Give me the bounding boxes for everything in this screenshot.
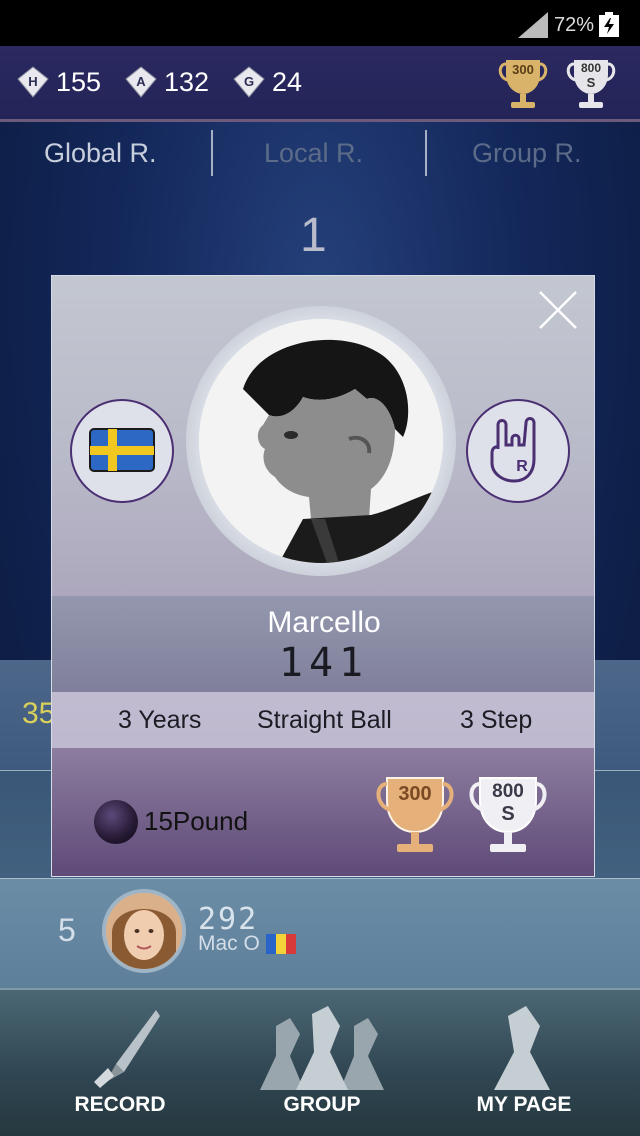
battery-percent: 72%: [553, 14, 594, 36]
gem-g-icon: G: [233, 66, 265, 98]
rock-badge-button[interactable]: R: [466, 399, 570, 503]
svg-text:800: 800: [492, 781, 524, 802]
ranking-tabs: Global R. Local R. Group R.: [0, 122, 640, 186]
row5-rank: 5: [58, 912, 76, 948]
avatar-photo: [106, 893, 182, 969]
signal-icon: [518, 12, 548, 38]
gem-a-icon: A: [125, 66, 157, 98]
nav-record-label: RECORD: [74, 1093, 166, 1116]
approach-step: 3 Step: [460, 706, 533, 734]
avatar[interactable]: [102, 889, 186, 973]
bottom-nav: RECORD GROUP MY PAGE: [0, 988, 640, 1136]
player-name: Marcello: [267, 606, 381, 639]
bowling-style: Straight Ball: [257, 706, 392, 734]
row5-player-name: Mac O: [198, 932, 260, 955]
stats-bar: H 155 A 132 G 24 300 800 S: [0, 46, 640, 122]
tab-divider: [211, 130, 213, 176]
top-rank-number: 1: [300, 209, 327, 262]
gem-h-icon: H: [17, 66, 49, 98]
svg-text:H: H: [28, 74, 37, 89]
svg-text:A: A: [136, 74, 146, 89]
svg-text:S: S: [501, 803, 514, 825]
player-score: 141: [278, 640, 370, 686]
svg-text:R: R: [516, 458, 528, 475]
svg-text:S: S: [587, 75, 596, 90]
stat-high-value: 155: [56, 66, 102, 97]
stat-games: G 24: [232, 62, 302, 102]
status-bar: 72%: [0, 0, 640, 46]
rock-hand-icon: R: [490, 417, 536, 483]
nav-record[interactable]: RECORD: [20, 990, 220, 1136]
stat-high: H 155: [16, 62, 101, 102]
pencil-icon: [94, 1010, 160, 1088]
trophy-800s-icon[interactable]: 800 S: [564, 54, 618, 112]
trophy-800s-icon: 800 S: [469, 777, 547, 852]
stat-average-value: 132: [164, 66, 210, 97]
tab-global-ranking[interactable]: Global R.: [44, 138, 157, 169]
tab-divider: [425, 130, 427, 176]
avatar: [199, 319, 443, 563]
svg-text:300: 300: [398, 783, 431, 805]
romania-flag-icon: [266, 934, 296, 954]
bowling-ball-icon: [94, 800, 138, 844]
svg-text:G: G: [244, 74, 254, 89]
nav-group[interactable]: GROUP: [222, 990, 422, 1136]
player-photo: [199, 319, 443, 563]
svg-text:300: 300: [512, 62, 534, 77]
tab-local-ranking[interactable]: Local R.: [264, 138, 363, 169]
nav-my-page[interactable]: MY PAGE: [424, 990, 624, 1136]
user-icon: [494, 1006, 550, 1090]
ball-weight: 15Pound: [144, 806, 249, 836]
tab-group-ranking[interactable]: Group R.: [472, 138, 582, 169]
country-button[interactable]: [70, 399, 174, 503]
close-icon[interactable]: [536, 288, 580, 332]
trophy-300-icon[interactable]: 300: [496, 54, 550, 112]
nav-my-page-label: MY PAGE: [476, 1093, 572, 1116]
group-icon: [260, 1006, 384, 1090]
player-profile-modal: R Marcello 141 3 Years Straight Ball 3 S…: [51, 275, 595, 877]
ranking-row-5[interactable]: [0, 878, 640, 988]
stat-games-value: 24: [272, 66, 303, 97]
sweden-flag-icon: [89, 428, 155, 472]
nav-group-label: GROUP: [283, 1093, 361, 1116]
experience-years: 3 Years: [118, 706, 202, 734]
trophy-300-icon: 300: [376, 777, 454, 852]
battery-charging-icon: [599, 12, 619, 37]
stat-average: A 132: [124, 62, 209, 102]
svg-text:800: 800: [581, 61, 601, 75]
